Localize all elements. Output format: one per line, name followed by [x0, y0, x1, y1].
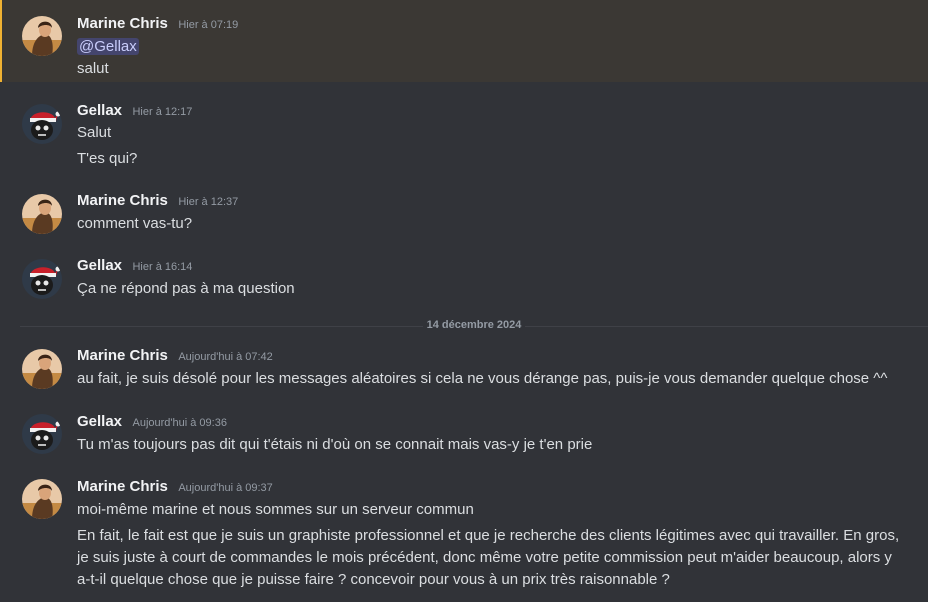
woman-portrait-icon — [22, 349, 62, 389]
message-group: Gellax Hier à 12:17 Salut T'es qui? — [0, 98, 928, 174]
message-header: Marine Chris Aujourd'hui à 07:42 — [77, 347, 273, 367]
timestamp[interactable]: Hier à 16:14 — [132, 261, 192, 273]
avatar[interactable] — [22, 414, 62, 454]
message-text: comment vas-tu? — [77, 215, 193, 232]
message-group: Marine Chris Hier à 12:37 comment vas-tu… — [0, 188, 928, 240]
message-header: Marine Chris Hier à 07:19 — [77, 15, 238, 35]
message-text: moi-même marine et nous sommes sur un se… — [77, 501, 474, 518]
avatar[interactable] — [22, 194, 62, 234]
message-text: salut — [77, 60, 109, 77]
author-name[interactable]: Marine Chris — [77, 15, 168, 32]
santa-skull-icon — [22, 414, 62, 454]
woman-portrait-icon — [22, 16, 62, 56]
message-group: Gellax Aujourd'hui à 09:36 Tu m'as toujo… — [0, 408, 928, 460]
timestamp[interactable]: Aujourd'hui à 09:36 — [132, 417, 226, 429]
message-header: Marine Chris Hier à 12:37 — [77, 192, 238, 212]
timestamp[interactable]: Hier à 12:37 — [178, 196, 238, 208]
message-text: Salut — [77, 124, 112, 141]
message-header: Marine Chris Aujourd'hui à 09:37 — [77, 478, 273, 498]
mention-highlight-bar — [0, 0, 2, 82]
woman-portrait-icon — [22, 479, 62, 519]
avatar[interactable] — [22, 259, 62, 299]
timestamp[interactable]: Aujourd'hui à 07:42 — [178, 351, 272, 363]
author-name[interactable]: Gellax — [77, 413, 122, 430]
message-text: En fait, le fait est que je suis un grap… — [77, 527, 900, 588]
message-group: Marine Chris Aujourd'hui à 09:37 moi-mêm… — [0, 473, 928, 602]
author-name[interactable]: Marine Chris — [77, 347, 168, 364]
avatar[interactable] — [22, 16, 62, 56]
author-name[interactable]: Marine Chris — [77, 478, 168, 495]
message-group: Marine Chris Aujourd'hui à 07:42 au fait… — [0, 343, 928, 395]
chat-messages: Marine Chris Hier à 07:19 @Gellax salut … — [0, 0, 928, 602]
timestamp[interactable]: Hier à 07:19 — [178, 19, 238, 31]
avatar[interactable] — [22, 479, 62, 519]
date-label: 14 décembre 2024 — [20, 319, 928, 331]
author-name[interactable]: Marine Chris — [77, 192, 168, 209]
message-text: T'es qui? — [77, 150, 138, 167]
message-text: @Gellax — [77, 36, 139, 58]
message-header: Gellax Hier à 16:14 — [77, 257, 192, 277]
message-header: Gellax Aujourd'hui à 09:36 — [77, 413, 227, 433]
date-divider: 14 décembre 2024 — [20, 318, 928, 334]
avatar[interactable] — [22, 349, 62, 389]
message-group: Gellax Hier à 16:14 Ça ne répond pas à m… — [0, 253, 928, 305]
santa-skull-icon — [22, 104, 62, 144]
message-text: Ça ne répond pas à ma question — [77, 280, 295, 297]
avatar[interactable] — [22, 104, 62, 144]
message-text: au fait, je suis désolé pour les message… — [77, 370, 888, 387]
timestamp[interactable]: Aujourd'hui à 09:37 — [178, 482, 272, 494]
santa-skull-icon — [22, 259, 62, 299]
message-text: Tu m'as toujours pas dit qui t'étais ni … — [77, 436, 593, 453]
timestamp[interactable]: Hier à 12:17 — [132, 106, 192, 118]
user-mention[interactable]: @Gellax — [77, 38, 139, 55]
author-name[interactable]: Gellax — [77, 257, 122, 274]
message-header: Gellax Hier à 12:17 — [77, 102, 192, 122]
woman-portrait-icon — [22, 194, 62, 234]
author-name[interactable]: Gellax — [77, 102, 122, 119]
message-group: Marine Chris Hier à 07:19 @Gellax salut — [0, 0, 928, 82]
